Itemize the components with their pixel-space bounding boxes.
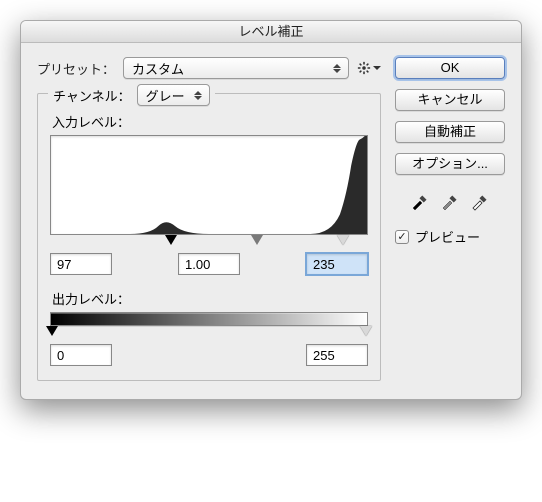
ok-button[interactable]: OK (395, 57, 505, 79)
select-caret-icon (191, 91, 205, 100)
output-black-field[interactable] (50, 344, 112, 366)
auto-button[interactable]: 自動補正 (395, 121, 505, 143)
output-white-slider[interactable] (360, 326, 372, 336)
preview-row: ✓ プレビュー (395, 227, 505, 246)
preset-row: プリセット： カスタム (37, 57, 381, 79)
input-slider-track (50, 235, 368, 247)
right-column: OK キャンセル 自動補正 オプション... ✓ (395, 57, 505, 381)
channel-select[interactable]: グレー (137, 84, 210, 106)
preset-value: カスタム (132, 59, 184, 78)
preset-menu-button[interactable] (357, 61, 381, 75)
input-levels-values (50, 253, 368, 275)
dialog-content: プリセット： カスタム (21, 43, 521, 399)
options-button[interactable]: オプション... (395, 153, 505, 175)
input-black-slider[interactable] (165, 235, 177, 245)
input-white-slider[interactable] (337, 235, 349, 245)
gear-icon (357, 61, 371, 75)
eyedropper-group (395, 191, 505, 211)
channel-value: グレー (146, 86, 185, 105)
output-black-slider[interactable] (46, 326, 58, 336)
input-black-field[interactable] (50, 253, 112, 275)
histogram (50, 135, 368, 235)
input-gamma-field[interactable] (178, 253, 240, 275)
chevron-down-icon (373, 66, 381, 70)
eyedropper-black-icon[interactable] (410, 191, 430, 211)
channel-label: チャンネル： (53, 86, 131, 105)
channel-legend: チャンネル： グレー (48, 84, 215, 106)
eyedropper-gray-icon[interactable] (440, 191, 460, 211)
window-title: レベル補正 (21, 21, 521, 43)
eyedropper-white-icon[interactable] (470, 191, 490, 211)
preset-select[interactable]: カスタム (123, 57, 349, 79)
output-white-field[interactable] (306, 344, 368, 366)
input-levels-label: 入力レベル： (52, 112, 368, 131)
output-slider-track (50, 326, 368, 338)
output-levels-values (50, 344, 368, 366)
levels-dialog: レベル補正 プリセット： カスタム (20, 20, 522, 400)
preview-checkbox[interactable]: ✓ (395, 230, 409, 244)
output-gradient (50, 312, 368, 326)
channel-fieldset: チャンネル： グレー 入力レベル： (37, 93, 381, 381)
cancel-button[interactable]: キャンセル (395, 89, 505, 111)
input-gamma-slider[interactable] (251, 235, 263, 245)
preset-label: プリセット： (37, 59, 115, 78)
select-caret-icon (330, 64, 344, 73)
histogram-graph (51, 136, 367, 234)
preview-label: プレビュー (415, 227, 480, 246)
output-levels-label: 出力レベル： (52, 289, 368, 308)
input-white-field[interactable] (306, 253, 368, 275)
left-column: プリセット： カスタム (37, 57, 381, 381)
